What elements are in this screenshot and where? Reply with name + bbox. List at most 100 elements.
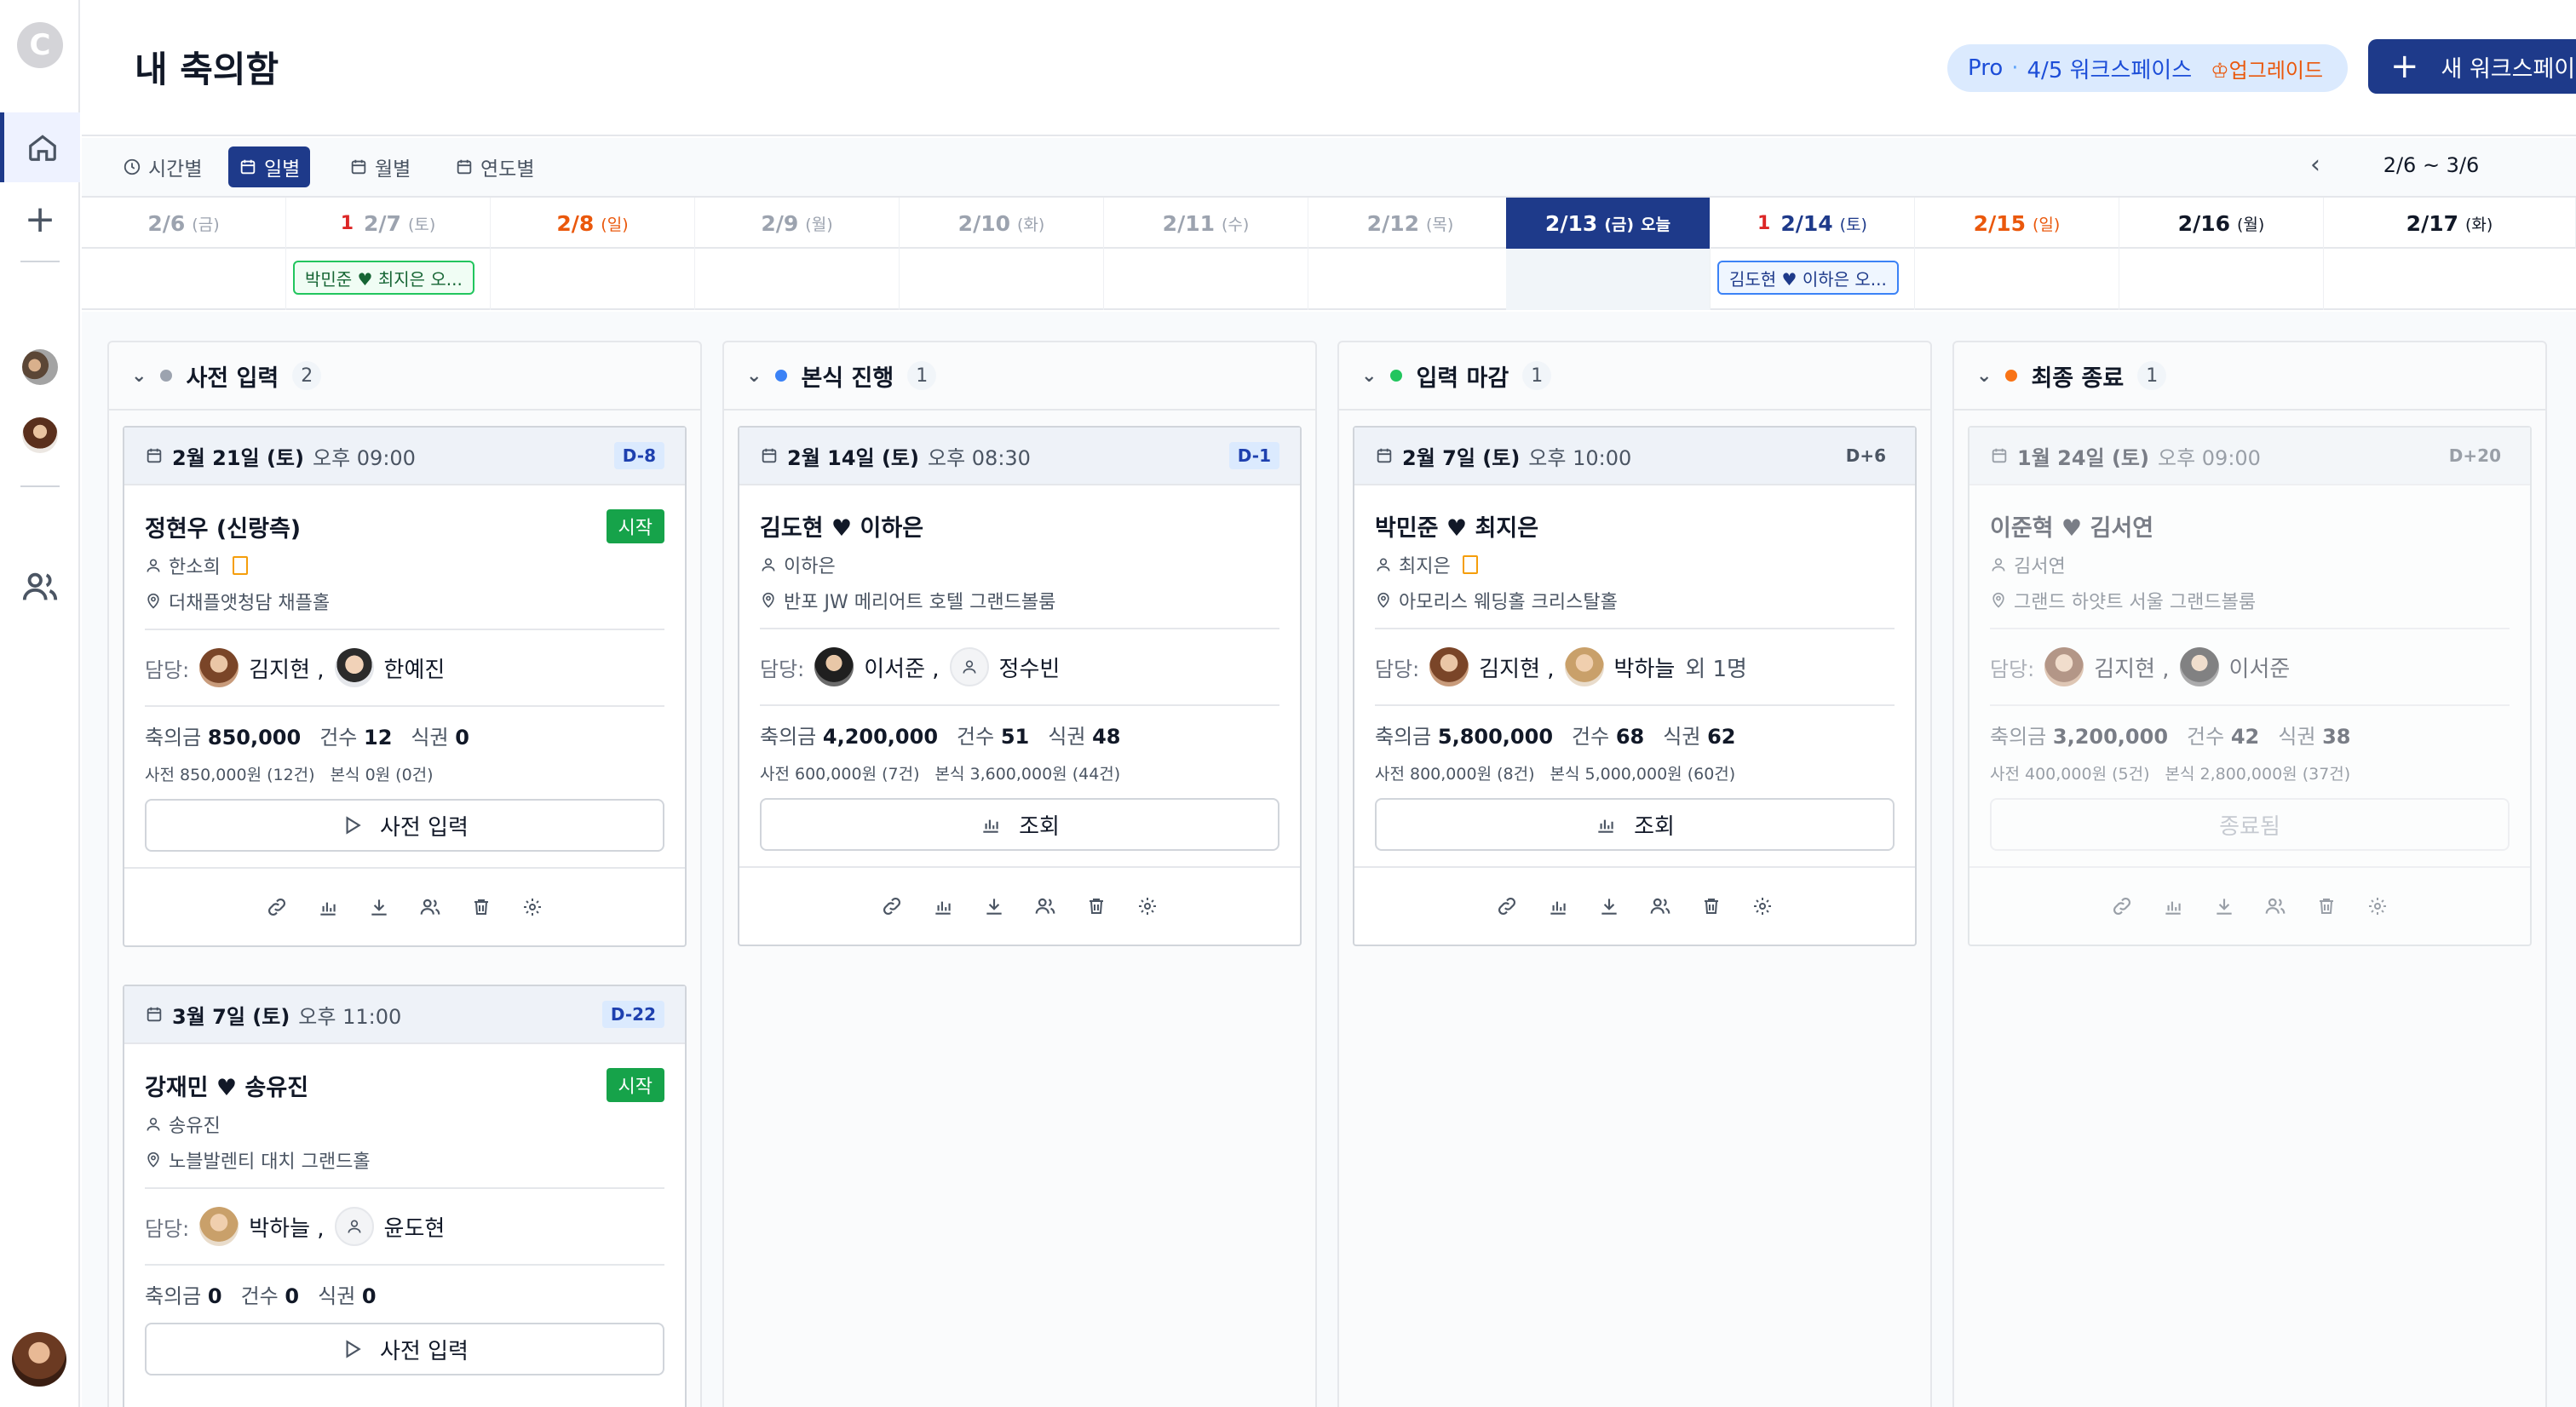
date-cell[interactable]: 2/12 (목) — [1308, 198, 1513, 249]
venue: 노블발렌티 대치 그랜드홀 — [169, 1151, 371, 1173]
link-icon[interactable] — [264, 894, 290, 920]
column-header[interactable]: ⌄ 사전 입력 2 — [109, 342, 700, 411]
gift-count: 42 — [2230, 725, 2260, 749]
gift-count: 0 — [285, 1284, 300, 1308]
pre-input-button[interactable]: 사전 입력 — [145, 1323, 664, 1375]
column-header[interactable]: ⌄ 최종 종료 1 — [1954, 342, 2545, 411]
date-cell[interactable]: 2/6 (금) — [82, 198, 286, 249]
chart-icon[interactable] — [1545, 893, 1571, 919]
column-header[interactable]: ⌄ 본식 진행 1 — [724, 342, 1315, 411]
date-cell[interactable]: 2/10 (화) — [900, 198, 1104, 249]
document-icon[interactable] — [232, 556, 248, 575]
event-card[interactable]: 3월 7일 (토) 오후 11:00 D-22 강재민 ♥ 송유진 시작 송유진 … — [123, 985, 687, 1407]
download-icon[interactable] — [2211, 893, 2237, 919]
plan-badge[interactable]: Pro · 4/5 워크스페이스 ♔업그레이드 — [1947, 44, 2348, 92]
view-toolbar: 시간별 일별 월별 연도별 ‹ 2/6 ~ 3/6 › — [82, 138, 2576, 198]
venue: 그랜드 하얏트 서울 그랜드볼룸 — [2014, 592, 2257, 613]
link-icon[interactable] — [2109, 893, 2135, 919]
tab-daily[interactable]: 일별 — [228, 146, 311, 187]
event-card[interactable]: 2월 7일 (토) 오후 10:00 D+6 박민준 ♥ 최지은 최지은 아모리… — [1353, 426, 1917, 946]
date-cell[interactable]: 2/16 (월) — [2119, 198, 2324, 249]
gear-icon[interactable] — [2365, 893, 2390, 919]
staff-name: 한예진 — [383, 657, 446, 683]
workspace-avatar-1[interactable] — [22, 349, 58, 385]
trash-icon[interactable] — [1699, 893, 1724, 919]
chart-icon[interactable] — [930, 893, 956, 919]
gear-icon[interactable] — [520, 894, 545, 920]
couple-names: 김도현 ♥ 이하은 — [760, 515, 924, 542]
view-button[interactable]: 조회 — [760, 798, 1279, 851]
people-icon[interactable] — [1647, 893, 1673, 919]
event-card[interactable]: 2월 21일 (토) 오후 09:00 D-8 정현우 (신랑측) 시작 한소희 … — [123, 426, 687, 947]
trash-icon[interactable] — [469, 894, 494, 920]
chart-icon — [983, 819, 998, 833]
event-card[interactable]: 1월 24일 (토) 오후 09:00 D+20 이준혁 ♥ 김서연 김서연 그… — [1968, 426, 2532, 946]
meal-count: 48 — [1092, 725, 1121, 749]
add-workspace-icon[interactable]: + — [0, 189, 80, 249]
date-cell[interactable]: 1 2/14 (토) — [1711, 198, 1915, 249]
column-header[interactable]: ⌄ 입력 마감 1 — [1339, 342, 1930, 411]
meal-count: 62 — [1707, 725, 1736, 749]
app-logo-icon[interactable]: C — [17, 22, 63, 68]
people-icon[interactable] — [1032, 893, 1058, 919]
people-icon[interactable] — [20, 567, 60, 606]
event-chip[interactable]: 김도현 ♥ 이하은 오... — [1717, 261, 1899, 295]
chevron-down-icon[interactable]: ⌄ — [1976, 365, 1992, 387]
start-badge: 시작 — [606, 509, 664, 543]
chevron-down-icon[interactable]: ⌄ — [131, 365, 147, 387]
gift-count: 12 — [364, 726, 393, 749]
upgrade-link[interactable]: ♔업그레이드 — [2211, 54, 2323, 83]
download-icon[interactable] — [366, 894, 392, 920]
pre-input-button[interactable]: 사전 입력 — [145, 799, 664, 852]
main-summary: 본식 0원 (0건) — [330, 766, 434, 784]
prev-range-button[interactable]: ‹ — [2310, 150, 2320, 180]
avatar — [1429, 647, 1469, 686]
gear-icon[interactable] — [1750, 893, 1775, 919]
link-icon[interactable] — [879, 893, 905, 919]
card-actions — [739, 866, 1300, 945]
user-avatar[interactable] — [12, 1332, 66, 1387]
download-icon[interactable] — [981, 893, 1007, 919]
staff-label: 담당: — [145, 658, 190, 682]
avatar — [1564, 647, 1604, 686]
chevron-down-icon[interactable]: ⌄ — [746, 365, 762, 387]
chevron-down-icon[interactable]: ⌄ — [1361, 365, 1377, 387]
tab-hourly[interactable]: 시간별 — [112, 146, 212, 187]
date-cell-today[interactable]: 2/13 (금) 오늘 — [1506, 198, 1711, 249]
people-icon[interactable] — [417, 894, 443, 920]
date-cell[interactable]: 2/9 (월) — [695, 198, 900, 249]
date-cell[interactable]: 1 2/7 (토) — [286, 198, 491, 249]
people-icon[interactable] — [2263, 893, 2288, 919]
date-cell[interactable]: 2/11 (수) — [1104, 198, 1308, 249]
gear-icon[interactable] — [1135, 893, 1160, 919]
couple-names: 박민준 ♥ 최지은 — [1375, 515, 1539, 542]
link-icon[interactable] — [1494, 893, 1520, 919]
home-nav-button[interactable] — [0, 112, 80, 182]
tab-yearly[interactable]: 연도별 — [445, 146, 544, 187]
status-dot — [1390, 370, 1403, 382]
column-title: 사전 입력 — [186, 365, 279, 392]
chart-icon[interactable] — [2160, 893, 2186, 919]
column-count: 2 — [292, 361, 322, 390]
column-title: 본식 진행 — [801, 365, 894, 392]
event-chip[interactable]: 박민준 ♥ 최지은 오... — [293, 261, 474, 295]
main-summary: 본식 5,000,000원 (60건) — [1550, 765, 1736, 784]
gift-amount: 5,800,000 — [1437, 725, 1554, 749]
date-cell[interactable]: 2/15 (일) — [1915, 198, 2119, 249]
new-workspace-button[interactable]: + 새 워크스페이스 — [2368, 39, 2576, 94]
location-pin-icon — [1377, 592, 1389, 608]
avatar — [814, 647, 854, 686]
view-button[interactable]: 조회 — [1375, 798, 1895, 851]
document-icon[interactable] — [1462, 555, 1478, 574]
date-cell[interactable]: 2/17 (화) — [2324, 198, 2576, 249]
workspace-avatar-2[interactable] — [22, 417, 58, 453]
date-cell[interactable]: 2/8 (일) — [491, 198, 695, 249]
column-closed-input: ⌄ 입력 마감 1 2월 7일 (토) 오후 10:00 D+6 박민준 ♥ 최… — [1337, 341, 1932, 1407]
tab-monthly[interactable]: 월별 — [339, 146, 421, 187]
trash-icon[interactable] — [2314, 893, 2339, 919]
person-placeholder-icon — [949, 647, 989, 686]
download-icon[interactable] — [1596, 893, 1622, 919]
trash-icon[interactable] — [1084, 893, 1109, 919]
chart-icon[interactable] — [315, 894, 341, 920]
event-card[interactable]: 2월 14일 (토) 오후 08:30 D-1 김도현 ♥ 이하은 이하은 반포… — [738, 426, 1302, 946]
